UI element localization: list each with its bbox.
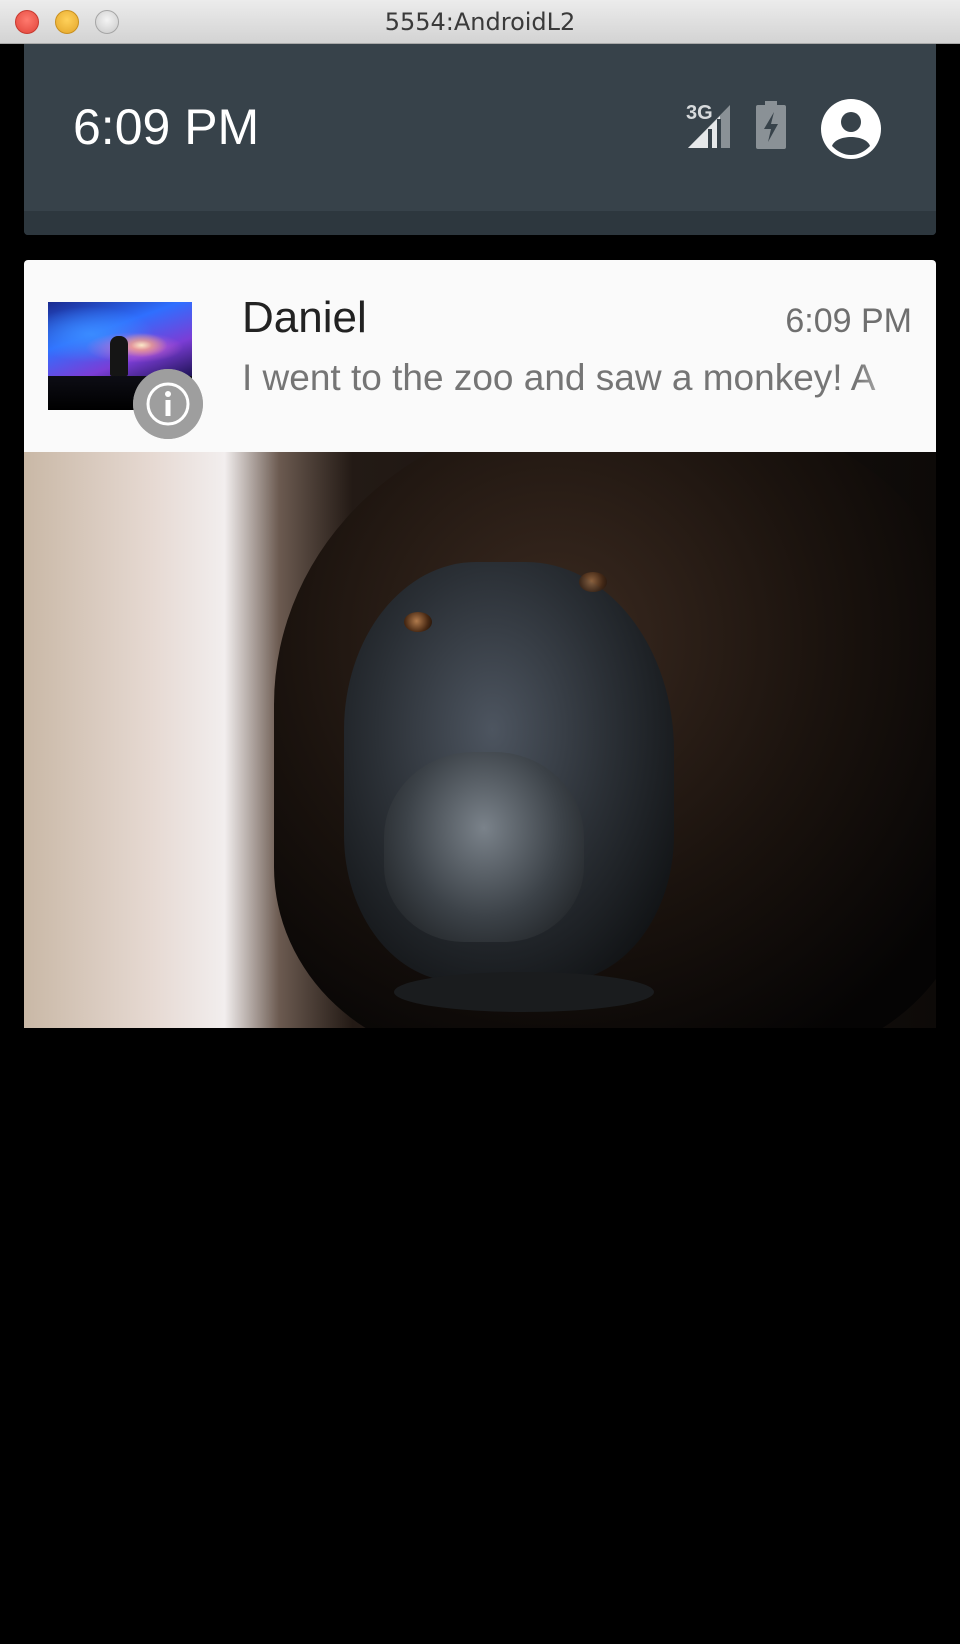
gorilla-photo[interactable] [24,452,936,1028]
notification-sender: Daniel [242,293,367,342]
photo-eye [404,612,432,632]
user-account-icon[interactable] [820,98,882,160]
quick-settings-header[interactable]: 6:09 PM 3G [24,44,936,235]
title-bar: 5554:AndroidL2 [0,0,960,44]
photo-eye [579,572,607,592]
window-title: 5554:AndroidL2 [384,8,576,36]
emulator-window: 5554:AndroidL2 6:09 PM 3G Daniel 6:09 PM… [0,0,960,1644]
notification-time: 6:09 PM [785,302,912,340]
notification-message: I went to the zoo and saw a monkey! A [242,357,876,398]
battery-charging-icon [756,101,786,149]
signal-3g-icon: 3G [686,102,730,148]
thumbnail-figure [110,336,128,376]
photo-mouth [394,972,654,1012]
info-icon [133,369,203,439]
photo-nose [384,752,584,942]
header-clock: 6:09 PM [73,99,260,155]
header-shadow-strip [24,211,936,235]
notification-card[interactable]: Daniel 6:09 PM I went to the zoo and saw… [24,260,936,452]
svg-text:3G: 3G [686,102,713,124]
